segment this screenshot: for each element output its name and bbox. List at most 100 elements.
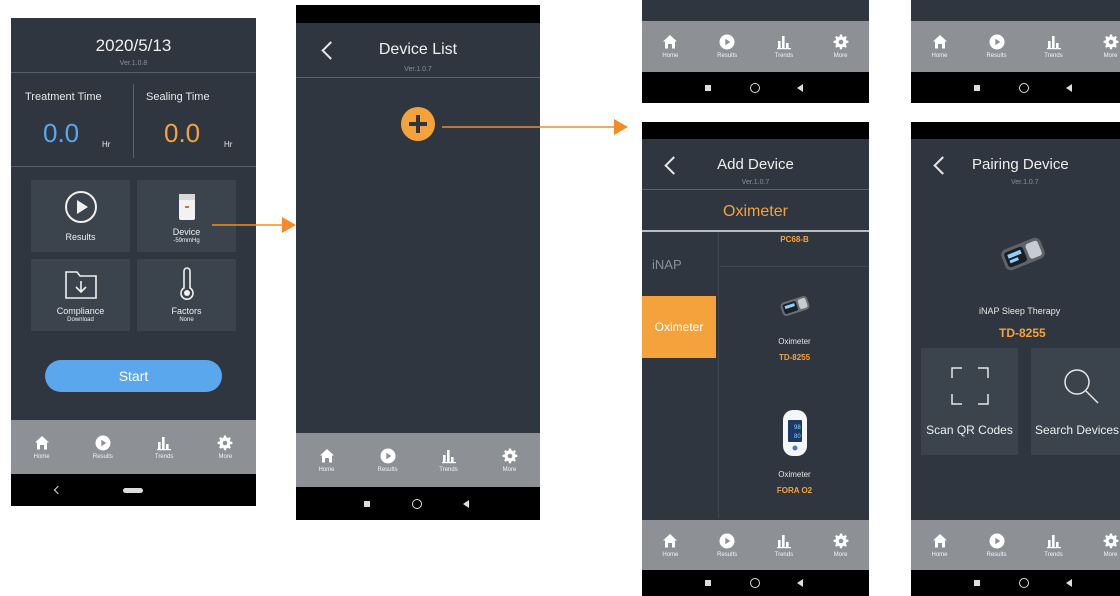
tab-trends[interactable]: Trends (756, 520, 813, 570)
pairing-version: Ver.1.0.7 (1011, 179, 1039, 186)
back-triangle-icon[interactable] (797, 83, 803, 92)
home-icon (663, 533, 678, 547)
tab-results[interactable]: Results (72, 420, 133, 474)
back-triangle-icon[interactable] (1066, 579, 1072, 587)
pairing-title: Pairing Device (972, 156, 1069, 173)
device-list-screen: Device List Ver.1.0.7 Home Results Trend… (296, 5, 540, 520)
tab-more[interactable]: More (812, 21, 869, 72)
category-header: Oximeter (723, 203, 788, 220)
divider (11, 166, 256, 167)
status-bar (296, 5, 540, 23)
home-circle-icon[interactable] (750, 82, 760, 93)
tab-results-label: Results (717, 53, 738, 59)
tab-home[interactable]: Home (11, 420, 72, 474)
tab-results[interactable]: Results (968, 21, 1025, 72)
tab-results-label: Results (92, 453, 113, 460)
tab-results[interactable]: Results (699, 21, 756, 72)
compliance-tile-sub: Download (67, 317, 94, 323)
tab-home[interactable]: Home (296, 433, 357, 487)
back-triangle-icon[interactable] (463, 499, 469, 508)
qr-scan-frame-icon (950, 367, 989, 405)
tab-more-label: More (218, 453, 233, 460)
device-item-pc68b[interactable]: PC68-B (720, 232, 869, 266)
tab-more[interactable]: More (1082, 520, 1120, 570)
tab-home[interactable]: Home (642, 21, 699, 72)
tab-results-label: Results (986, 551, 1007, 558)
tab-more[interactable]: More (479, 433, 540, 487)
treatment-time-label: Treatment Time (25, 91, 102, 103)
device-icon (178, 194, 195, 220)
scan-qr-codes-label: Scan QR Codes (926, 423, 1013, 437)
tab-home-label: Home (662, 551, 679, 558)
device-list-title: Device List (378, 41, 458, 58)
recents-icon[interactable] (705, 84, 711, 91)
home-pill-icon[interactable] (123, 487, 143, 493)
tab-trends-label: Trends (774, 551, 794, 558)
tab-home[interactable]: Home (911, 21, 968, 72)
home-icon (319, 448, 334, 462)
tab-trends-label: Trends (439, 466, 458, 473)
device-item-divider (720, 266, 869, 267)
back-triangle-icon[interactable] (797, 579, 803, 587)
side-menu-divider (718, 232, 719, 518)
add-device-plus-icon[interactable] (401, 107, 435, 141)
bar-chart-icon (776, 534, 791, 548)
tab-trends[interactable]: Trends (418, 433, 479, 487)
recents-icon[interactable] (974, 580, 980, 586)
gear-icon (217, 435, 233, 450)
tab-trends[interactable]: Trends (1025, 21, 1082, 72)
device-name-fora-o2: Oximeter (778, 470, 811, 479)
flow-arrow-2 (442, 119, 628, 135)
start-button[interactable]: Start (45, 360, 222, 392)
device-item-fora-o2[interactable]: 98 80 Oximeter FORA O2 (720, 402, 869, 512)
tab-results[interactable]: Results (699, 520, 756, 570)
treatment-time-unit: Hr (102, 140, 111, 149)
home-circle-icon[interactable] (750, 578, 760, 588)
recents-icon[interactable] (705, 580, 711, 586)
tab-home[interactable]: Home (911, 520, 968, 570)
tab-trends[interactable]: Trends (756, 21, 813, 72)
side-item-inap[interactable]: iNAP (642, 232, 716, 296)
treatment-time-value: 0.0 (43, 118, 80, 148)
play-circle-icon (989, 533, 1004, 548)
fora-reading-top: 98 (794, 425, 801, 431)
recents-icon[interactable] (974, 84, 980, 91)
tab-trends[interactable]: Trends (134, 420, 195, 474)
compliance-tile[interactable]: Compliance Download (31, 259, 130, 331)
back-icon[interactable] (933, 156, 952, 175)
tab-more[interactable]: More (812, 520, 869, 570)
recents-icon[interactable] (364, 500, 370, 507)
search-devices-button[interactable]: Search Devices (1031, 348, 1120, 455)
home-circle-icon[interactable] (412, 498, 422, 509)
side-item-inap-label: iNAP (652, 256, 682, 272)
home-icon (663, 35, 678, 49)
factors-tile[interactable]: Factors None (137, 259, 236, 331)
tab-more-label: More (502, 466, 517, 473)
home-icon (932, 533, 947, 547)
flow-arrow-1 (212, 217, 296, 233)
scan-qr-codes-button[interactable]: Scan QR Codes (921, 348, 1018, 455)
home-circle-icon[interactable] (1019, 578, 1029, 588)
device-model-pc68b: PC68-B (780, 235, 809, 244)
system-nav-bar (296, 487, 540, 520)
tab-results[interactable]: Results (357, 433, 418, 487)
back-gesture-icon[interactable] (53, 485, 63, 495)
tab-more[interactable]: More (195, 420, 256, 474)
tab-more[interactable]: More (1082, 21, 1120, 72)
pairing-device-model: TD-8255 (999, 326, 1046, 340)
tab-trends[interactable]: Trends (1025, 520, 1082, 570)
back-triangle-icon[interactable] (1066, 83, 1072, 92)
gear-icon (833, 34, 849, 50)
tab-bar: Home Results Trends More (911, 520, 1120, 570)
partial-screen-top-right: Home Results Trends More (911, 0, 1120, 103)
home-circle-icon[interactable] (1019, 82, 1029, 93)
results-tile[interactable]: Results (31, 180, 130, 252)
tab-home[interactable]: Home (642, 520, 699, 570)
tab-results-label: Results (986, 53, 1007, 59)
tab-more-label: More (833, 551, 848, 558)
oximeter-device-icon (780, 296, 809, 316)
device-item-td8255[interactable]: Oximeter TD-8255 (720, 272, 869, 382)
side-item-oximeter[interactable]: Oximeter (642, 296, 716, 358)
tab-results[interactable]: Results (968, 520, 1025, 570)
sealing-time-value: 0.0 (164, 118, 201, 148)
